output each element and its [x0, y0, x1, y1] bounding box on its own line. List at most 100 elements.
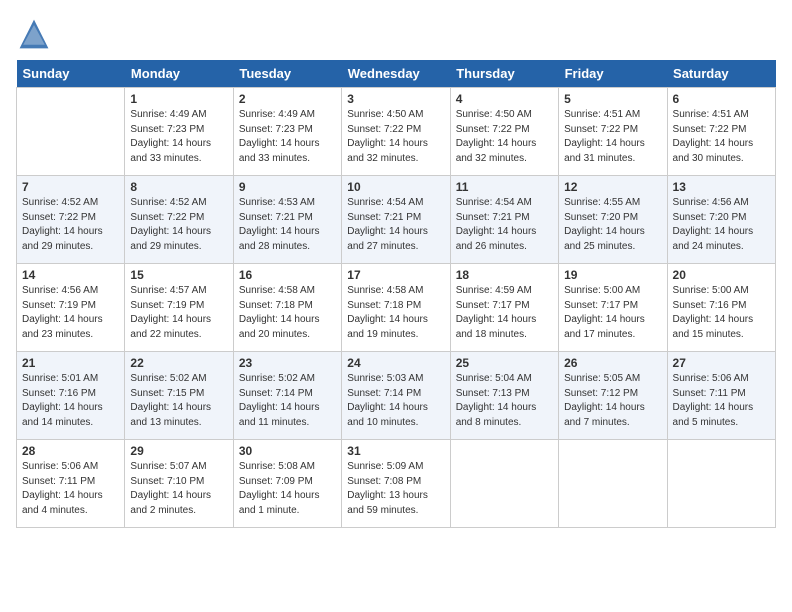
calendar-table: SundayMondayTuesdayWednesdayThursdayFrid… — [16, 60, 776, 528]
day-number: 10 — [347, 180, 444, 194]
day-info: Sunrise: 4:54 AM Sunset: 7:21 PM Dayligh… — [347, 196, 444, 254]
day-number: 25 — [456, 356, 553, 370]
calendar-cell — [559, 440, 667, 528]
day-info: Sunrise: 4:56 AM Sunset: 7:20 PM Dayligh… — [673, 196, 770, 254]
day-number: 28 — [22, 444, 119, 458]
calendar-week-row: 28 Sunrise: 5:06 AM Sunset: 7:11 PM Dayli… — [17, 440, 776, 528]
day-number: 18 — [456, 268, 553, 282]
calendar-cell: 20Sunrise: 5:00 AM Sunset: 7:16 PM Dayli… — [667, 264, 775, 352]
calendar-week-row: 21 Sunrise: 5:01 AM Sunset: 7:16 PM Dayli… — [17, 352, 776, 440]
day-info: Sunrise: 4:58 AM Sunset: 7:18 PM Dayligh… — [347, 284, 444, 342]
day-info: Sunrise: 4:58 AM Sunset: 7:18 PM Dayligh… — [239, 284, 336, 342]
day-number: 27 — [673, 356, 770, 370]
column-header-friday: Friday — [559, 60, 667, 88]
calendar-cell: 9 Sunrise: 4:53 AM Sunset: 7:21 PM Daylig… — [233, 176, 341, 264]
day-info: Sunrise: 5:01 AM Sunset: 7:16 PM Dayligh… — [22, 372, 119, 430]
calendar-cell: 24 Sunrise: 5:03 AM Sunset: 7:14 PM Dayli… — [342, 352, 450, 440]
day-number: 12 — [564, 180, 661, 194]
day-info: Sunrise: 4:50 AM Sunset: 7:22 PM Dayligh… — [347, 108, 444, 166]
calendar-cell: 5 Sunrise: 4:51 AM Sunset: 7:22 PM Daylig… — [559, 88, 667, 176]
calendar-cell: 10 Sunrise: 4:54 AM Sunset: 7:21 PM Dayli… — [342, 176, 450, 264]
day-info: Sunrise: 4:51 AM Sunset: 7:22 PM Dayligh… — [564, 108, 661, 166]
calendar-cell: 2 Sunrise: 4:49 AM Sunset: 7:23 PM Daylig… — [233, 88, 341, 176]
calendar-cell: 28 Sunrise: 5:06 AM Sunset: 7:11 PM Dayli… — [17, 440, 125, 528]
calendar-cell: 4 Sunrise: 4:50 AM Sunset: 7:22 PM Daylig… — [450, 88, 558, 176]
day-number: 13 — [673, 180, 770, 194]
day-number: 4 — [456, 92, 553, 106]
day-info: Sunrise: 5:09 AM Sunset: 7:08 PM Dayligh… — [347, 460, 444, 518]
column-header-thursday: Thursday — [450, 60, 558, 88]
day-number: 31 — [347, 444, 444, 458]
column-header-sunday: Sunday — [17, 60, 125, 88]
day-info: Sunrise: 4:59 AM Sunset: 7:17 PM Dayligh… — [456, 284, 553, 342]
day-info: Sunrise: 4:50 AM Sunset: 7:22 PM Dayligh… — [456, 108, 553, 166]
day-info: Sunrise: 5:07 AM Sunset: 7:10 PM Dayligh… — [130, 460, 227, 518]
day-info: Sunrise: 5:03 AM Sunset: 7:14 PM Dayligh… — [347, 372, 444, 430]
day-number: 9 — [239, 180, 336, 194]
day-number: 7 — [22, 180, 119, 194]
calendar-cell: 11 Sunrise: 4:54 AM Sunset: 7:21 PM Dayli… — [450, 176, 558, 264]
day-number: 16 — [239, 268, 336, 282]
day-number: 2 — [239, 92, 336, 106]
calendar-cell: 31 Sunrise: 5:09 AM Sunset: 7:08 PM Dayli… — [342, 440, 450, 528]
day-info: Sunrise: 5:08 AM Sunset: 7:09 PM Dayligh… — [239, 460, 336, 518]
calendar-cell: 29 Sunrise: 5:07 AM Sunset: 7:10 PM Dayli… — [125, 440, 233, 528]
calendar-cell: 21 Sunrise: 5:01 AM Sunset: 7:16 PM Dayli… — [17, 352, 125, 440]
day-number: 29 — [130, 444, 227, 458]
calendar-cell: 25 Sunrise: 5:04 AM Sunset: 7:13 PM Dayli… — [450, 352, 558, 440]
day-number: 11 — [456, 180, 553, 194]
day-info: Sunrise: 4:53 AM Sunset: 7:21 PM Dayligh… — [239, 196, 336, 254]
day-number: 23 — [239, 356, 336, 370]
calendar-cell — [450, 440, 558, 528]
calendar-cell — [17, 88, 125, 176]
calendar-cell: 19 Sunrise: 5:00 AM Sunset: 7:17 PM Dayli… — [559, 264, 667, 352]
day-info: Sunrise: 4:49 AM Sunset: 7:23 PM Dayligh… — [239, 108, 336, 166]
calendar-cell: 13 Sunrise: 4:56 AM Sunset: 7:20 PM Dayli… — [667, 176, 775, 264]
day-info: Sunrise: 4:52 AM Sunset: 7:22 PM Dayligh… — [130, 196, 227, 254]
day-number: 21 — [22, 356, 119, 370]
day-number: 20 — [673, 268, 770, 282]
day-number: 1 — [130, 92, 227, 106]
day-info: Sunrise: 5:04 AM Sunset: 7:13 PM Dayligh… — [456, 372, 553, 430]
calendar-cell: 8Sunrise: 4:52 AM Sunset: 7:22 PM Daylig… — [125, 176, 233, 264]
logo-icon — [16, 16, 52, 52]
day-info: Sunrise: 4:49 AM Sunset: 7:23 PM Dayligh… — [130, 108, 227, 166]
column-header-wednesday: Wednesday — [342, 60, 450, 88]
day-info: Sunrise: 5:02 AM Sunset: 7:15 PM Dayligh… — [130, 372, 227, 430]
calendar-cell: 18 Sunrise: 4:59 AM Sunset: 7:17 PM Dayli… — [450, 264, 558, 352]
day-number: 14 — [22, 268, 119, 282]
logo — [16, 16, 56, 52]
column-header-saturday: Saturday — [667, 60, 775, 88]
day-info: Sunrise: 5:05 AM Sunset: 7:12 PM Dayligh… — [564, 372, 661, 430]
calendar-cell — [667, 440, 775, 528]
day-number: 6 — [673, 92, 770, 106]
day-number: 17 — [347, 268, 444, 282]
page-header — [16, 16, 776, 52]
day-number: 22 — [130, 356, 227, 370]
day-info: Sunrise: 5:06 AM Sunset: 7:11 PM Dayligh… — [22, 460, 119, 518]
day-number: 3 — [347, 92, 444, 106]
day-number: 15 — [130, 268, 227, 282]
column-header-tuesday: Tuesday — [233, 60, 341, 88]
day-info: Sunrise: 4:51 AM Sunset: 7:22 PM Dayligh… — [673, 108, 770, 166]
calendar-cell: 7 Sunrise: 4:52 AM Sunset: 7:22 PM Daylig… — [17, 176, 125, 264]
day-number: 19 — [564, 268, 661, 282]
calendar-cell: 3 Sunrise: 4:50 AM Sunset: 7:22 PM Daylig… — [342, 88, 450, 176]
header-row: SundayMondayTuesdayWednesdayThursdayFrid… — [17, 60, 776, 88]
calendar-cell: 6 Sunrise: 4:51 AM Sunset: 7:22 PM Daylig… — [667, 88, 775, 176]
calendar-cell: 16 Sunrise: 4:58 AM Sunset: 7:18 PM Dayli… — [233, 264, 341, 352]
day-info: Sunrise: 5:00 AM Sunset: 7:17 PM Dayligh… — [564, 284, 661, 342]
day-number: 24 — [347, 356, 444, 370]
calendar-cell: 22 Sunrise: 5:02 AM Sunset: 7:15 PM Dayli… — [125, 352, 233, 440]
day-info: Sunrise: 4:52 AM Sunset: 7:22 PM Dayligh… — [22, 196, 119, 254]
column-header-monday: Monday — [125, 60, 233, 88]
day-number: 5 — [564, 92, 661, 106]
day-info: Sunrise: 4:57 AM Sunset: 7:19 PM Dayligh… — [130, 284, 227, 342]
calendar-cell: 12Sunrise: 4:55 AM Sunset: 7:20 PM Dayli… — [559, 176, 667, 264]
calendar-week-row: 14Sunrise: 4:56 AM Sunset: 7:19 PM Dayli… — [17, 264, 776, 352]
calendar-cell: 1 Sunrise: 4:49 AM Sunset: 7:23 PM Daylig… — [125, 88, 233, 176]
day-info: Sunrise: 4:54 AM Sunset: 7:21 PM Dayligh… — [456, 196, 553, 254]
day-info: Sunrise: 5:06 AM Sunset: 7:11 PM Dayligh… — [673, 372, 770, 430]
calendar-cell: 26Sunrise: 5:05 AM Sunset: 7:12 PM Dayli… — [559, 352, 667, 440]
day-number: 30 — [239, 444, 336, 458]
